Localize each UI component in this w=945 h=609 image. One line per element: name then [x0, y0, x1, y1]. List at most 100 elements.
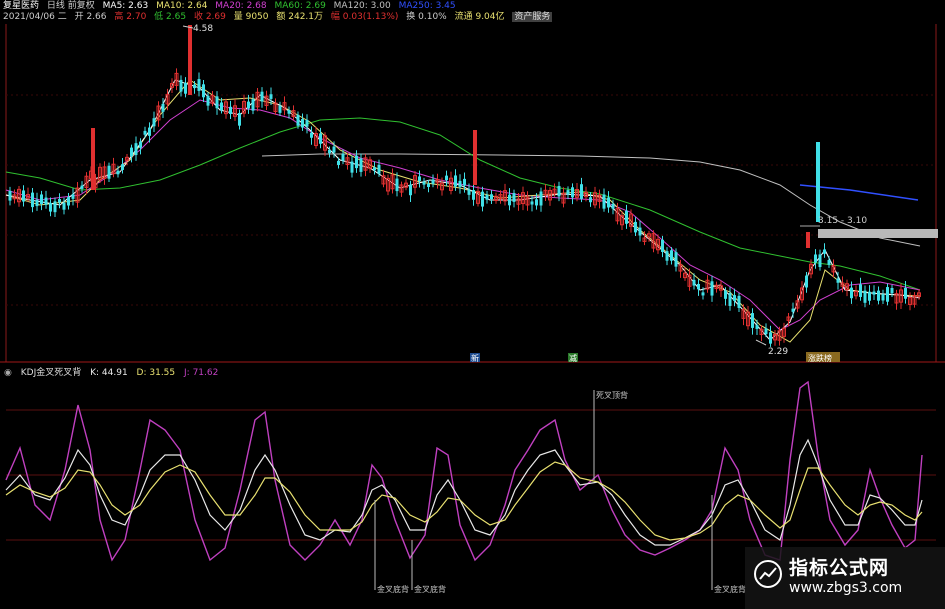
candle-body [251, 99, 255, 111]
candle-body [58, 199, 61, 203]
candle-body [247, 101, 250, 109]
candle-body [724, 290, 727, 299]
candle-body [638, 227, 642, 236]
signal-golden-cross-label-3: 金叉底背 [714, 584, 746, 594]
candle-body [184, 82, 187, 94]
range-label: 3.15 - 3.10 [818, 216, 867, 226]
candle-body [818, 254, 822, 268]
candle-body [607, 197, 610, 208]
ma5-line [5, 79, 921, 341]
candle-body [359, 158, 363, 172]
candle-body [139, 141, 142, 148]
watermark-logo-icon [754, 560, 782, 588]
signal-golden-cross-label-1: 金叉底背 [377, 584, 409, 594]
watermark-title: 指标公式网 [789, 557, 890, 579]
kdj-title[interactable]: KDJ金叉死叉背 [21, 368, 82, 378]
ma60-line [5, 117, 921, 291]
candle-body [328, 149, 331, 154]
candle-body [823, 249, 826, 254]
candle-body [215, 96, 219, 109]
candle-body [121, 164, 124, 170]
candle-body [107, 165, 111, 179]
candle-body [373, 167, 376, 171]
candle-body [116, 170, 120, 175]
candle-body [571, 187, 574, 198]
candle-body [859, 284, 862, 297]
kdj-j-line [5, 380, 923, 562]
candle-body [710, 281, 714, 296]
candle-body [863, 290, 867, 303]
candle-body [130, 147, 133, 157]
candle-body [332, 146, 336, 153]
candle-body [337, 160, 340, 165]
candles-group [8, 25, 921, 347]
candle-body [535, 199, 538, 206]
candle-body [179, 79, 183, 92]
candle-body [310, 132, 313, 138]
marker-b-label: 减 [569, 353, 577, 363]
candle-body [287, 110, 291, 114]
candle-body [881, 294, 885, 301]
kdj-header: ◉ KDJ金叉死叉背 K: 44.91 D: 31.55 J: 71.62 [4, 365, 224, 378]
candle-body [202, 84, 205, 98]
candle-body [467, 189, 471, 195]
candle-body [472, 190, 475, 200]
candle-spike [806, 232, 810, 248]
candle-body [350, 161, 354, 173]
candle-body [539, 191, 543, 206]
kdj-k-value: K: 44.91 [90, 368, 128, 378]
candle-body [512, 193, 516, 202]
candle-body [269, 94, 273, 99]
ma20-line [5, 99, 921, 331]
candle-body [134, 143, 138, 156]
candle-body [611, 203, 615, 209]
marker-c-label: 涨跌榜 [808, 353, 832, 363]
candle-body [152, 118, 156, 127]
candle-body [692, 279, 696, 286]
candle-body [238, 113, 241, 126]
signal-golden-cross-label-2: 金叉底背 [414, 584, 446, 594]
candle-body [868, 291, 871, 301]
candle-body [751, 313, 754, 328]
candle-body [67, 197, 70, 206]
candle-body [665, 251, 669, 261]
candle-body [589, 197, 592, 203]
candle-body [220, 102, 223, 111]
candle-spike [473, 130, 477, 185]
candle-body [769, 332, 772, 344]
candle-body [143, 130, 147, 135]
candle-body [355, 155, 358, 169]
candle-body [319, 133, 322, 144]
candle-body [427, 183, 430, 187]
candle-body [296, 114, 300, 126]
kdj-settings-icon[interactable]: ◉ [4, 368, 12, 378]
candle-spike [188, 25, 192, 95]
candle-body [490, 194, 493, 200]
candle-body [580, 184, 583, 199]
candle-body [697, 283, 700, 290]
candle-body [805, 275, 808, 288]
candle-body [463, 178, 466, 186]
candle-body [850, 287, 853, 299]
candle-body [661, 239, 664, 252]
candle-body [566, 190, 570, 195]
candle-body [454, 175, 457, 187]
candle-body [341, 153, 345, 161]
watermark-banner: 指标公式网 www.zbgs3.com [745, 547, 945, 609]
range-box [818, 229, 938, 238]
candle-body [728, 293, 732, 306]
candle-body [877, 290, 880, 301]
candle-body [481, 191, 484, 207]
candle-body [530, 201, 534, 205]
candle-body [161, 103, 165, 112]
low-price-label: 2.29 [768, 347, 788, 357]
candle-body [278, 105, 282, 113]
candle-body [764, 328, 768, 335]
chart-canvas[interactable]: 4.58 2.29 3.15 - 3.10 新 减 涨跌榜 死叉顶背 金叉底背 … [0, 0, 945, 609]
candle-body [791, 308, 795, 312]
ma10-line [5, 79, 921, 343]
candle-body [904, 287, 907, 299]
candle-body [557, 185, 561, 197]
candle-body [602, 194, 606, 209]
candle-body [458, 180, 462, 187]
